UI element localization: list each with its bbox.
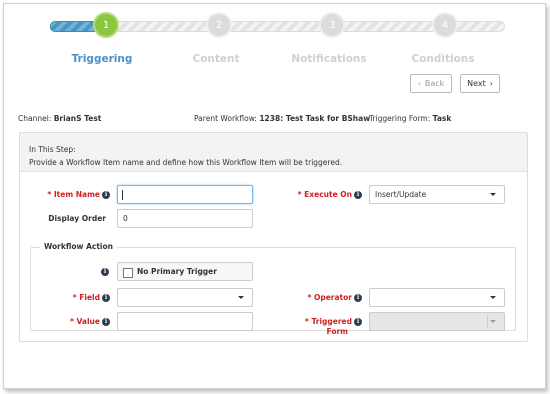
channel-info: Channel: BrianS Test bbox=[18, 114, 101, 123]
step-1-circle[interactable]: 1 bbox=[93, 12, 119, 38]
chevron-down-icon bbox=[238, 296, 244, 299]
display-order-value: 0 bbox=[123, 214, 128, 223]
next-button-label: Next bbox=[467, 79, 486, 88]
item-name-label-text: * Item Name bbox=[47, 190, 100, 199]
next-button[interactable]: Next › bbox=[460, 74, 500, 93]
chevron-left-icon: ‹ bbox=[417, 79, 421, 88]
step-number: 4 bbox=[441, 19, 449, 31]
info-icon[interactable]: i bbox=[102, 191, 110, 199]
channel-value: BrianS Test bbox=[53, 114, 102, 123]
value-label-text: * Value bbox=[70, 317, 100, 326]
info-icon[interactable]: i bbox=[354, 294, 362, 302]
parent-workflow-info: Parent Workflow: 1238: Test Task for BSh… bbox=[194, 114, 370, 123]
text-cursor bbox=[122, 190, 123, 200]
back-button[interactable]: ‹ Back bbox=[410, 74, 452, 93]
execute-on-value: Insert/Update bbox=[375, 190, 427, 199]
step-3-circle[interactable]: 3 bbox=[319, 12, 345, 38]
info-icon[interactable]: i bbox=[102, 318, 110, 326]
chevron-right-icon: › bbox=[489, 79, 493, 88]
triggered-form-label-line2: Form bbox=[326, 327, 349, 336]
value-input[interactable] bbox=[117, 312, 253, 331]
value-label: * Value i bbox=[30, 317, 110, 326]
workflow-action-legend: Workflow Action bbox=[40, 242, 117, 251]
chevron-down-icon bbox=[490, 193, 496, 196]
triggering-form-info: Triggering Form: Task bbox=[369, 114, 451, 123]
info-icon[interactable]: i bbox=[354, 191, 362, 199]
no-primary-trigger-label: No Primary Trigger bbox=[137, 267, 217, 276]
step-title: In This Step: bbox=[29, 145, 76, 154]
step-2-circle[interactable]: 2 bbox=[206, 12, 232, 38]
field-label: * Field i bbox=[30, 293, 110, 302]
operator-label-text: * Operator bbox=[307, 293, 352, 302]
execute-on-label: * Execute On i bbox=[280, 190, 362, 199]
step-1-label[interactable]: Triggering bbox=[52, 53, 152, 65]
step-description: Provide a Workflow Item name and define … bbox=[29, 158, 343, 167]
step-2-label[interactable]: Content bbox=[166, 53, 266, 65]
step-3-label[interactable]: Notifications bbox=[279, 53, 379, 65]
back-button-label: Back bbox=[424, 79, 445, 88]
triggered-form-label-line1: * Triggered bbox=[304, 317, 352, 326]
item-name-label: * Item Name i bbox=[30, 190, 110, 199]
triggering-form-value: Task bbox=[432, 114, 452, 123]
parent-workflow-value: 1238: Test Task for BShaw bbox=[259, 114, 371, 123]
execute-on-label-text: * Execute On bbox=[297, 190, 352, 199]
info-icon[interactable]: i bbox=[101, 268, 109, 276]
field-select[interactable] bbox=[117, 288, 253, 307]
chevron-down-icon bbox=[490, 296, 496, 299]
triggered-form-label: * Triggered i bbox=[280, 317, 362, 326]
step-number: 3 bbox=[328, 19, 336, 31]
no-primary-trigger-checkbox-group[interactable]: No Primary Trigger bbox=[117, 262, 253, 281]
step-4-label[interactable]: Conditions bbox=[393, 53, 493, 65]
triggering-form-label: Triggering Form: bbox=[369, 114, 431, 123]
operator-label: * Operator i bbox=[280, 293, 362, 302]
channel-label: Channel: bbox=[18, 114, 52, 123]
triggered-form-select bbox=[369, 312, 505, 331]
display-order-label: Display Order bbox=[48, 214, 106, 223]
info-icon[interactable]: i bbox=[354, 318, 362, 326]
no-primary-trigger-info: i bbox=[30, 267, 109, 276]
step-4-circle[interactable]: 4 bbox=[432, 12, 458, 38]
no-primary-trigger-checkbox[interactable] bbox=[123, 268, 133, 278]
execute-on-select[interactable]: Insert/Update bbox=[369, 185, 505, 204]
select-separator bbox=[487, 316, 488, 327]
step-number: 1 bbox=[102, 19, 110, 31]
parent-workflow-label: Parent Workflow: bbox=[194, 114, 257, 123]
operator-select[interactable] bbox=[369, 288, 505, 307]
field-label-text: * Field bbox=[72, 293, 100, 302]
display-order-input[interactable]: 0 bbox=[117, 209, 253, 228]
item-name-input[interactable] bbox=[117, 185, 253, 204]
step-number: 2 bbox=[215, 19, 223, 31]
step-panel-header: In This Step: Provide a Workflow Item na… bbox=[20, 133, 527, 172]
info-icon[interactable]: i bbox=[102, 294, 110, 302]
chevron-down-icon bbox=[490, 320, 496, 323]
